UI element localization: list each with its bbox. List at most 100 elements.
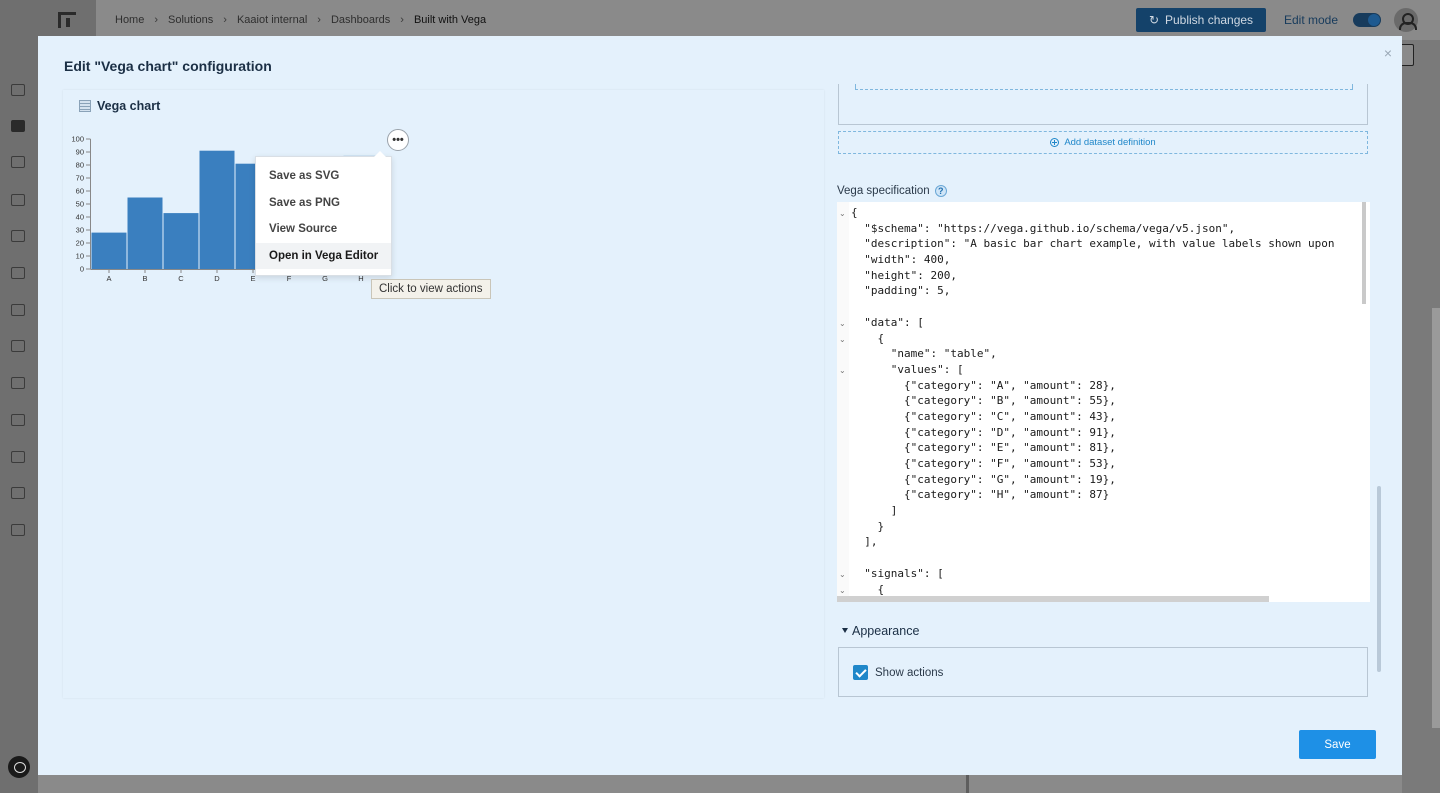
code-line: {"category": "H", "amount": 87} [851, 488, 1110, 502]
code-line: ], [851, 535, 878, 549]
code-line: "width": 400, [851, 253, 951, 267]
code-line: "data": [ [851, 315, 924, 329]
chevron-right-icon: › [154, 14, 159, 26]
code-line: {"category": "G", "amount": 19}, [851, 472, 1116, 486]
chat-icon[interactable] [8, 756, 30, 778]
user-icon[interactable] [11, 340, 25, 352]
dashboards-icon[interactable] [11, 120, 25, 132]
chart-title: Vega chart [97, 99, 161, 113]
fold-arrow-icon[interactable]: ⌄ [839, 367, 846, 375]
breadcrumb-current: Built with Vega [413, 14, 487, 26]
background-scrollbar [1432, 308, 1440, 728]
storage-icon[interactable] [11, 194, 25, 206]
y-tick-label: 0 [80, 265, 84, 274]
vega-spec-editor[interactable]: ⌄ ⌄ ⌄ ⌄ ⌄ ⌄ { "$schema": "https://vega.g… [837, 202, 1370, 602]
show-actions-checkbox[interactable] [853, 665, 868, 680]
devices-icon[interactable] [11, 84, 25, 96]
code-line: "values": [ [851, 362, 964, 376]
x-tick-label: D [214, 274, 220, 283]
bar [91, 232, 127, 269]
bell-icon[interactable] [11, 267, 25, 279]
code-line: {"category": "C", "amount": 43}, [851, 409, 1116, 423]
breadcrumb: Home › Solutions › Kaaiot internal › Dashbo… [115, 14, 496, 26]
code-line: {"category": "D", "amount": 91}, [851, 425, 1116, 439]
y-tick-label: 20 [76, 239, 84, 248]
close-icon[interactable]: × [1384, 45, 1392, 61]
dataset-definition-item [855, 84, 1353, 90]
editor-vertical-scrollbar[interactable] [1362, 202, 1366, 304]
edit-mode-label: Edit mode [1284, 13, 1339, 27]
bar [163, 213, 199, 269]
y-tick-label: 80 [76, 161, 84, 170]
table-icon [79, 100, 91, 112]
caret-down-icon [842, 627, 848, 633]
publish-changes-button[interactable]: ↻ Publish changes [1136, 8, 1266, 32]
show-actions-row: Show actions [853, 665, 943, 680]
plus-circle-icon [1050, 138, 1060, 147]
code-line: {"category": "F", "amount": 53}, [851, 457, 1116, 470]
app-logo[interactable] [0, 0, 96, 40]
fold-arrow-icon[interactable]: ⌄ [839, 571, 846, 579]
apps-icon[interactable] [11, 487, 25, 499]
background-divider [966, 775, 969, 793]
code-icon[interactable] [11, 156, 25, 168]
add-dataset-button[interactable]: Add dataset definition [838, 131, 1368, 154]
edit-mode-toggle[interactable] [1353, 13, 1381, 27]
code-content[interactable]: { "$schema": "https://vega.github.io/sch… [851, 205, 1334, 597]
y-tick-label: 50 [76, 200, 84, 209]
chevron-right-icon: › [400, 14, 404, 26]
chart-header: Vega chart [79, 99, 160, 113]
fold-arrow-icon[interactable]: ⌄ [839, 320, 846, 328]
folder-icon[interactable] [11, 414, 25, 426]
fold-arrow-icon[interactable]: ⌄ [839, 336, 846, 344]
chevron-right-icon: › [317, 14, 321, 26]
x-tick-label: C [178, 274, 184, 283]
sync-icon: ↻ [1148, 13, 1159, 27]
dataset-definitions-box [838, 84, 1368, 125]
modal-scrollbar[interactable] [1377, 486, 1381, 672]
code-line: "padding": 5, [851, 284, 951, 298]
code-line: "description": "A basic bar chart exampl… [851, 237, 1335, 251]
code-line: "signals": [ [851, 566, 944, 580]
help-icon[interactable]: ? [934, 185, 947, 197]
vega-spec-label-text: Vega specification [837, 185, 930, 197]
editor-gutter: ⌄ ⌄ ⌄ ⌄ ⌄ ⌄ [837, 202, 849, 602]
fold-arrow-icon[interactable]: ⌄ [839, 587, 846, 595]
y-tick-label: 100 [71, 135, 84, 144]
code-line: "name": "table", [851, 347, 997, 361]
fold-arrow-icon[interactable]: ⌄ [839, 210, 846, 218]
app-sidebar [0, 40, 38, 793]
breadcrumb-item[interactable]: Kaaiot internal [237, 14, 307, 26]
help-icon[interactable] [11, 524, 25, 536]
vega-spec-label: Vega specification ? [837, 185, 947, 197]
y-tick-label: 10 [76, 252, 84, 261]
modal-title: Edit "Vega chart" configuration [64, 58, 272, 74]
breadcrumb-item[interactable]: Solutions [168, 14, 213, 26]
publish-label: Publish changes [1165, 13, 1254, 27]
menu-item-open-vega-editor[interactable]: Open in Vega Editor [256, 242, 391, 269]
code-line: ] [851, 504, 898, 518]
link-icon[interactable] [11, 304, 25, 316]
logo-icon [58, 12, 76, 28]
save-button[interactable]: Save [1299, 730, 1376, 759]
editor-horizontal-scrollbar[interactable] [837, 596, 1269, 602]
building-icon[interactable] [11, 377, 25, 389]
config-modal: Edit "Vega chart" configuration × Vega c… [38, 36, 1402, 775]
breadcrumb-item[interactable]: Home [115, 14, 144, 26]
menu-item-view-source[interactable]: View Source [256, 216, 391, 243]
y-tick-label: 30 [76, 226, 84, 235]
menu-item-save-png[interactable]: Save as PNG [256, 190, 391, 217]
x-tick-label: B [142, 274, 147, 283]
appearance-section-toggle[interactable]: Appearance [842, 624, 919, 638]
menu-item-save-svg[interactable]: Save as SVG [256, 163, 391, 190]
user-account-icon[interactable] [1394, 8, 1418, 32]
chevron-right-icon: › [223, 14, 227, 26]
analytics-icon[interactable] [11, 230, 25, 242]
gear-icon[interactable] [11, 451, 25, 463]
add-dataset-label: Add dataset definition [1064, 137, 1156, 148]
breadcrumb-item[interactable]: Dashboards [331, 14, 390, 26]
chart-actions-button[interactable]: ••• [387, 129, 409, 151]
code-line: {"category": "E", "amount": 81}, [851, 441, 1116, 455]
